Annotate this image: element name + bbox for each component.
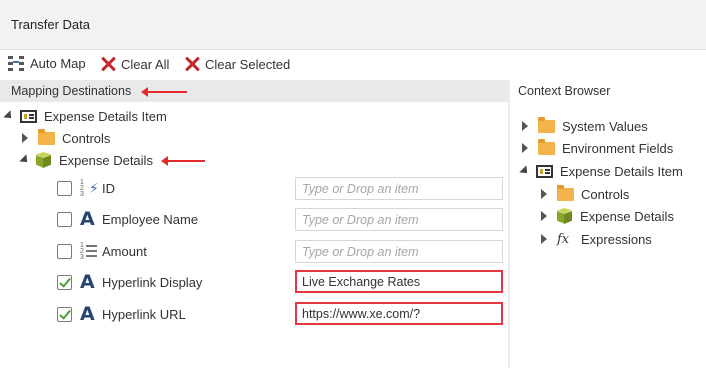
tree-item-label: Expense Details <box>580 208 674 224</box>
employee-name-mapping-input[interactable]: Type or Drop an item <box>295 208 503 231</box>
context-item-expense-details-item[interactable]: Expense Details Item <box>519 161 683 181</box>
clear-selected-label: Clear Selected <box>205 56 291 72</box>
field-row-employee-name: A Employee Name <box>57 209 198 229</box>
field-label: Amount <box>102 243 147 259</box>
clear-icon <box>99 55 117 73</box>
text-icon: A <box>80 271 95 293</box>
tree-item-expense-details[interactable]: Expense Details <box>19 150 153 170</box>
context-item-expressions[interactable]: fx Expressions <box>541 229 652 249</box>
annotation-arrow <box>161 156 205 166</box>
hyperlink-display-mapping-input[interactable]: Live Exchange Rates <box>295 270 503 293</box>
context-item-expense-details[interactable]: Expense Details <box>541 206 674 226</box>
expand-icon[interactable] <box>22 133 28 143</box>
tree-item-label: Expense Details Item <box>44 108 167 124</box>
amount-mapping-input[interactable]: Type or Drop an item <box>295 240 503 263</box>
field-checkbox[interactable] <box>57 306 72 322</box>
folder-icon <box>538 116 555 133</box>
folder-icon <box>557 184 574 201</box>
expand-icon[interactable] <box>522 121 528 131</box>
field-label: Employee Name <box>102 211 199 227</box>
annotation-arrow <box>141 87 187 97</box>
expand-icon[interactable] <box>541 234 547 244</box>
context-browser-header: Context Browser <box>510 80 706 102</box>
form-item-icon <box>536 164 553 178</box>
field-checkbox[interactable] <box>57 211 72 227</box>
field-label: Hyperlink Display <box>102 274 203 290</box>
tree-item-label: Expressions <box>581 231 652 247</box>
mapping-destinations-header: Mapping Destinations <box>0 80 508 102</box>
auto-map-button[interactable]: Auto Map <box>8 55 86 71</box>
clear-all-label: Clear All <box>121 56 170 72</box>
field-checkbox[interactable] <box>57 274 72 290</box>
folder-icon <box>38 128 55 145</box>
clear-icon <box>183 55 201 73</box>
auto-map-label: Auto Map <box>30 55 86 71</box>
context-item-environment-fields[interactable]: Environment Fields <box>522 138 673 158</box>
auto-map-icon <box>8 55 26 71</box>
field-label: Hyperlink URL <box>102 306 186 322</box>
clear-all-button[interactable]: Clear All <box>99 55 169 73</box>
tree-item-expense-details-item[interactable]: Expense Details Item <box>3 106 167 126</box>
tree-item-label: Expense Details Item <box>560 163 683 179</box>
tree-item-label: System Values <box>562 118 648 134</box>
expand-icon[interactable] <box>541 189 547 199</box>
hyperlink-url-mapping-input[interactable]: https://www.xe.com/? <box>295 302 503 325</box>
tree-item-label: Environment Fields <box>562 140 674 156</box>
field-checkbox[interactable] <box>57 180 72 196</box>
field-row-hyperlink-url: A Hyperlink URL <box>57 304 186 324</box>
tree-item-label: Expense Details <box>59 152 153 168</box>
text-icon: A <box>80 303 95 325</box>
field-label: ID <box>102 180 115 196</box>
expand-icon[interactable] <box>522 143 528 153</box>
folder-icon <box>538 138 555 155</box>
window-title: Transfer Data <box>11 17 90 32</box>
tree-item-label: Controls <box>581 186 630 202</box>
context-item-system-values[interactable]: System Values <box>522 116 648 136</box>
collapse-icon[interactable] <box>19 154 31 166</box>
toolbar: Auto Map Clear All Clear Selected <box>0 51 706 78</box>
form-item-icon <box>20 109 37 123</box>
field-row-id: 1 2 3 ⚡ ID <box>57 178 115 198</box>
cube-icon <box>36 152 51 168</box>
cube-icon <box>557 208 572 224</box>
autonumber-icon: 1 2 3 ⚡ <box>80 179 99 198</box>
context-item-controls[interactable]: Controls <box>541 184 629 204</box>
field-row-hyperlink-display: A Hyperlink Display <box>57 272 202 292</box>
tree-item-label: Controls <box>62 130 111 146</box>
collapse-icon[interactable] <box>3 110 15 122</box>
field-row-amount: 123 Amount <box>57 241 147 261</box>
expand-icon[interactable] <box>541 211 547 221</box>
tree-item-controls[interactable]: Controls <box>22 128 110 148</box>
id-mapping-input[interactable]: Type or Drop an item <box>295 177 503 200</box>
clear-selected-button[interactable]: Clear Selected <box>183 55 290 73</box>
number-icon: 123 <box>80 242 98 261</box>
text-icon: A <box>80 208 95 230</box>
panel-divider[interactable] <box>508 80 510 368</box>
collapse-icon[interactable] <box>519 165 531 177</box>
fx-icon: fx <box>557 231 570 247</box>
field-checkbox[interactable] <box>57 243 72 259</box>
title-bar: Transfer Data <box>0 0 706 50</box>
